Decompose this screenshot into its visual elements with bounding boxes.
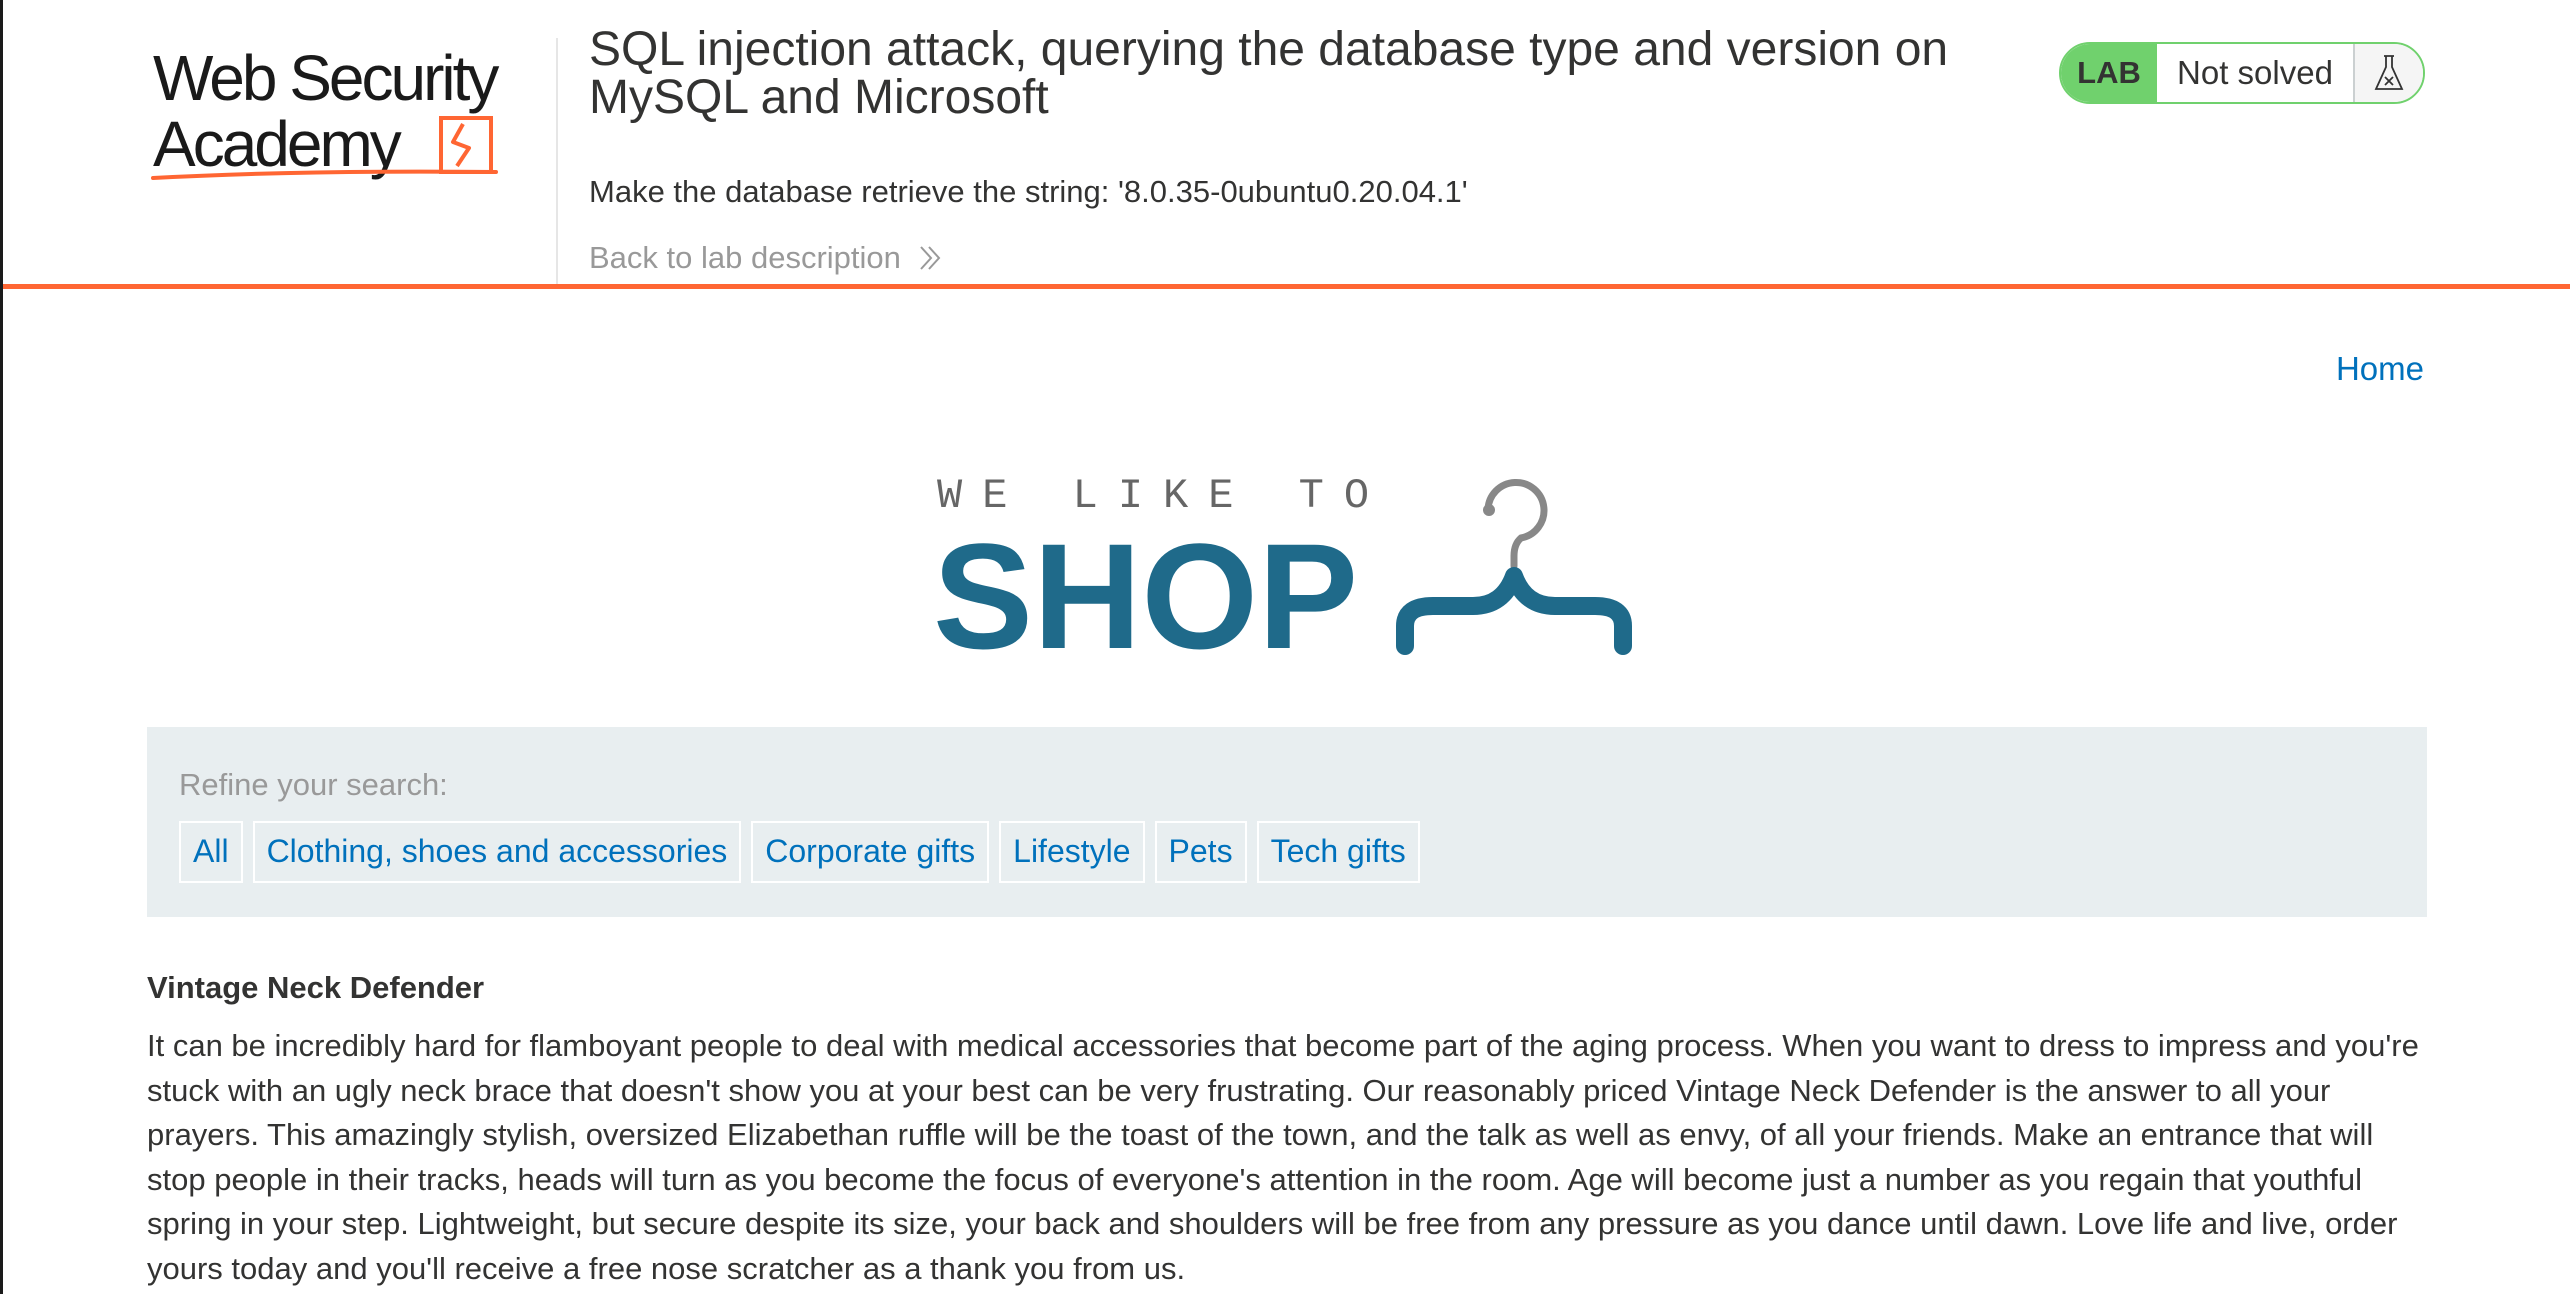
lab-status-widget: LAB Not solved	[2059, 42, 2425, 104]
filter-list: All Clothing, shoes and accessories Corp…	[179, 821, 2395, 883]
filter-panel: Refine your search: All Clothing, shoes …	[147, 727, 2427, 917]
lab-badge: LAB	[2061, 44, 2157, 102]
flask-icon	[2355, 44, 2423, 102]
filter-lifestyle[interactable]: Lifestyle	[999, 821, 1145, 883]
back-to-lab-description-link[interactable]: Back to lab description	[589, 240, 945, 276]
home-link[interactable]: Home	[2336, 350, 2424, 388]
double-chevron-right-icon	[920, 246, 941, 270]
hanger-icon	[1396, 478, 1632, 655]
we-like-to-shop-logo: WE LIKE TO SHOP	[933, 472, 1632, 656]
logo-text-line2: Academy	[153, 108, 402, 180]
academy-header: Web Security Academy SQL injection attac…	[3, 0, 2570, 289]
back-link-label: Back to lab description	[589, 240, 901, 275]
logo-text-line1: Web Security	[153, 42, 499, 114]
lab-objective: Make the database retrieve the string: '…	[589, 174, 1468, 209]
header-divider	[556, 38, 558, 284]
filter-tech-gifts[interactable]: Tech gifts	[1256, 821, 1420, 883]
shop-logo-word: SHOP	[933, 512, 1358, 656]
product-entry: Vintage Neck Defender It can be incredib…	[147, 970, 2427, 1292]
refine-search-label: Refine your search:	[179, 767, 448, 802]
lab-title: SQL injection attack, querying the datab…	[589, 23, 1949, 124]
filter-pets[interactable]: Pets	[1154, 821, 1247, 883]
filter-clothing-shoes-accessories[interactable]: Clothing, shoes and accessories	[252, 821, 742, 883]
product-name: Vintage Neck Defender	[147, 970, 485, 1005]
lab-status-text: Not solved	[2157, 44, 2355, 102]
filter-corporate-gifts[interactable]: Corporate gifts	[751, 821, 990, 883]
product-description: It can be incredibly hard for flamboyant…	[147, 1028, 2419, 1286]
filter-all[interactable]: All	[179, 821, 243, 883]
